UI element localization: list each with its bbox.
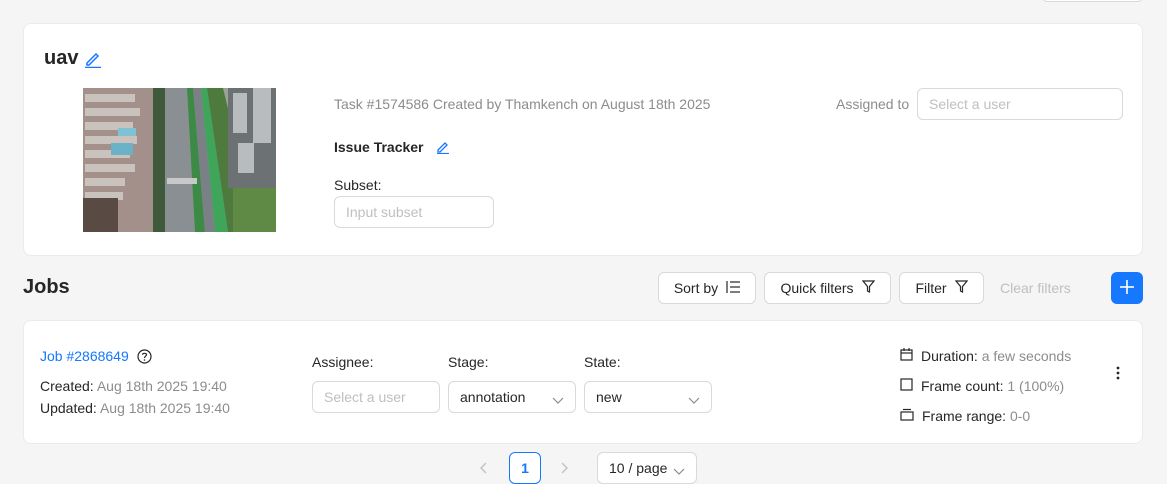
edit-icon[interactable] [436, 140, 450, 157]
chevron-down-icon [673, 463, 685, 479]
frame-count-value: 1 (100%) [1007, 378, 1065, 394]
top-button-edge[interactable] [1042, 0, 1143, 2]
stage-label: Stage: [448, 354, 489, 370]
job-card: Job #2868649 Created: Aug 18th 2025 19:4… [23, 320, 1143, 444]
frames-icon [900, 408, 914, 424]
job-duration: Duration: a few seconds [900, 348, 1071, 364]
stage-select[interactable]: annotation [448, 381, 576, 413]
chevron-down-icon [688, 392, 700, 408]
assignee-label: Assignee: [312, 354, 374, 370]
more-vertical-icon[interactable] [1116, 366, 1120, 383]
frame-range-value: 0-0 [1009, 408, 1031, 424]
job-link[interactable]: Job #2868649 [40, 348, 129, 364]
sort-by-label: Sort by [673, 280, 719, 296]
issue-tracker-label: Issue Tracker [334, 139, 424, 155]
calendar-icon [900, 348, 913, 364]
job-frame-range: Frame range: 0-0 [900, 408, 1030, 424]
stage-value: annotation [460, 389, 526, 405]
task-preview-image [83, 88, 276, 232]
page-size-select[interactable]: 10 / page [597, 452, 697, 484]
job-updated: Updated: Aug 18th 2025 19:40 [40, 400, 230, 416]
filter-button[interactable]: Filter [899, 272, 984, 304]
quick-filters-label: Quick filters [780, 280, 854, 296]
plus-icon [1120, 279, 1134, 297]
pagination-page[interactable]: 1 [509, 452, 541, 484]
filter-label: Filter [915, 280, 947, 296]
chevron-down-icon [552, 392, 564, 408]
duration-label: Duration: [921, 348, 978, 364]
clear-filters-button[interactable]: Clear filters [1000, 280, 1071, 296]
created-value: Aug 18th 2025 19:40 [96, 378, 227, 394]
job-created: Created: Aug 18th 2025 19:40 [40, 378, 227, 394]
filter-icon [954, 280, 968, 296]
state-select[interactable]: new [584, 381, 712, 413]
assigned-to-label: Assigned to [836, 96, 910, 112]
task-meta-text: Task #1574586 Created by Thamkench on Au… [334, 96, 711, 112]
updated-label: Updated: [40, 400, 97, 416]
created-label: Created: [40, 378, 94, 394]
subset-label: Subset: [334, 177, 382, 193]
help-icon[interactable] [137, 349, 152, 367]
chevron-right-icon[interactable] [559, 461, 569, 477]
chevron-left-icon[interactable] [479, 461, 489, 477]
subset-input[interactable]: Input subset [334, 196, 494, 228]
job-frame-count: Frame count: 1 (100%) [900, 378, 1064, 394]
edit-icon[interactable] [84, 50, 102, 71]
updated-value: Aug 18th 2025 19:40 [99, 400, 230, 416]
state-value: new [596, 389, 622, 405]
sort-by-button[interactable]: Sort by [658, 272, 756, 304]
add-job-button[interactable] [1111, 272, 1143, 304]
duration-value: a few seconds [981, 348, 1072, 364]
job-assignee-select[interactable]: Select a user [312, 381, 440, 413]
square-icon [900, 378, 913, 394]
frame-range-label: Frame range: [922, 408, 1007, 424]
task-details-card: uav Task #1574586 Created by Thamkench o… [23, 23, 1143, 256]
quick-filters-button[interactable]: Quick filters [764, 272, 891, 304]
task-assignee-select[interactable]: Select a user [917, 88, 1123, 120]
filter-icon [861, 280, 875, 296]
sort-icon [726, 280, 741, 296]
task-title: uav [44, 47, 79, 69]
jobs-heading: Jobs [23, 276, 70, 298]
frame-count-label: Frame count: [921, 378, 1004, 394]
state-label: State: [584, 354, 621, 370]
page-size-value: 10 / page [609, 460, 668, 476]
